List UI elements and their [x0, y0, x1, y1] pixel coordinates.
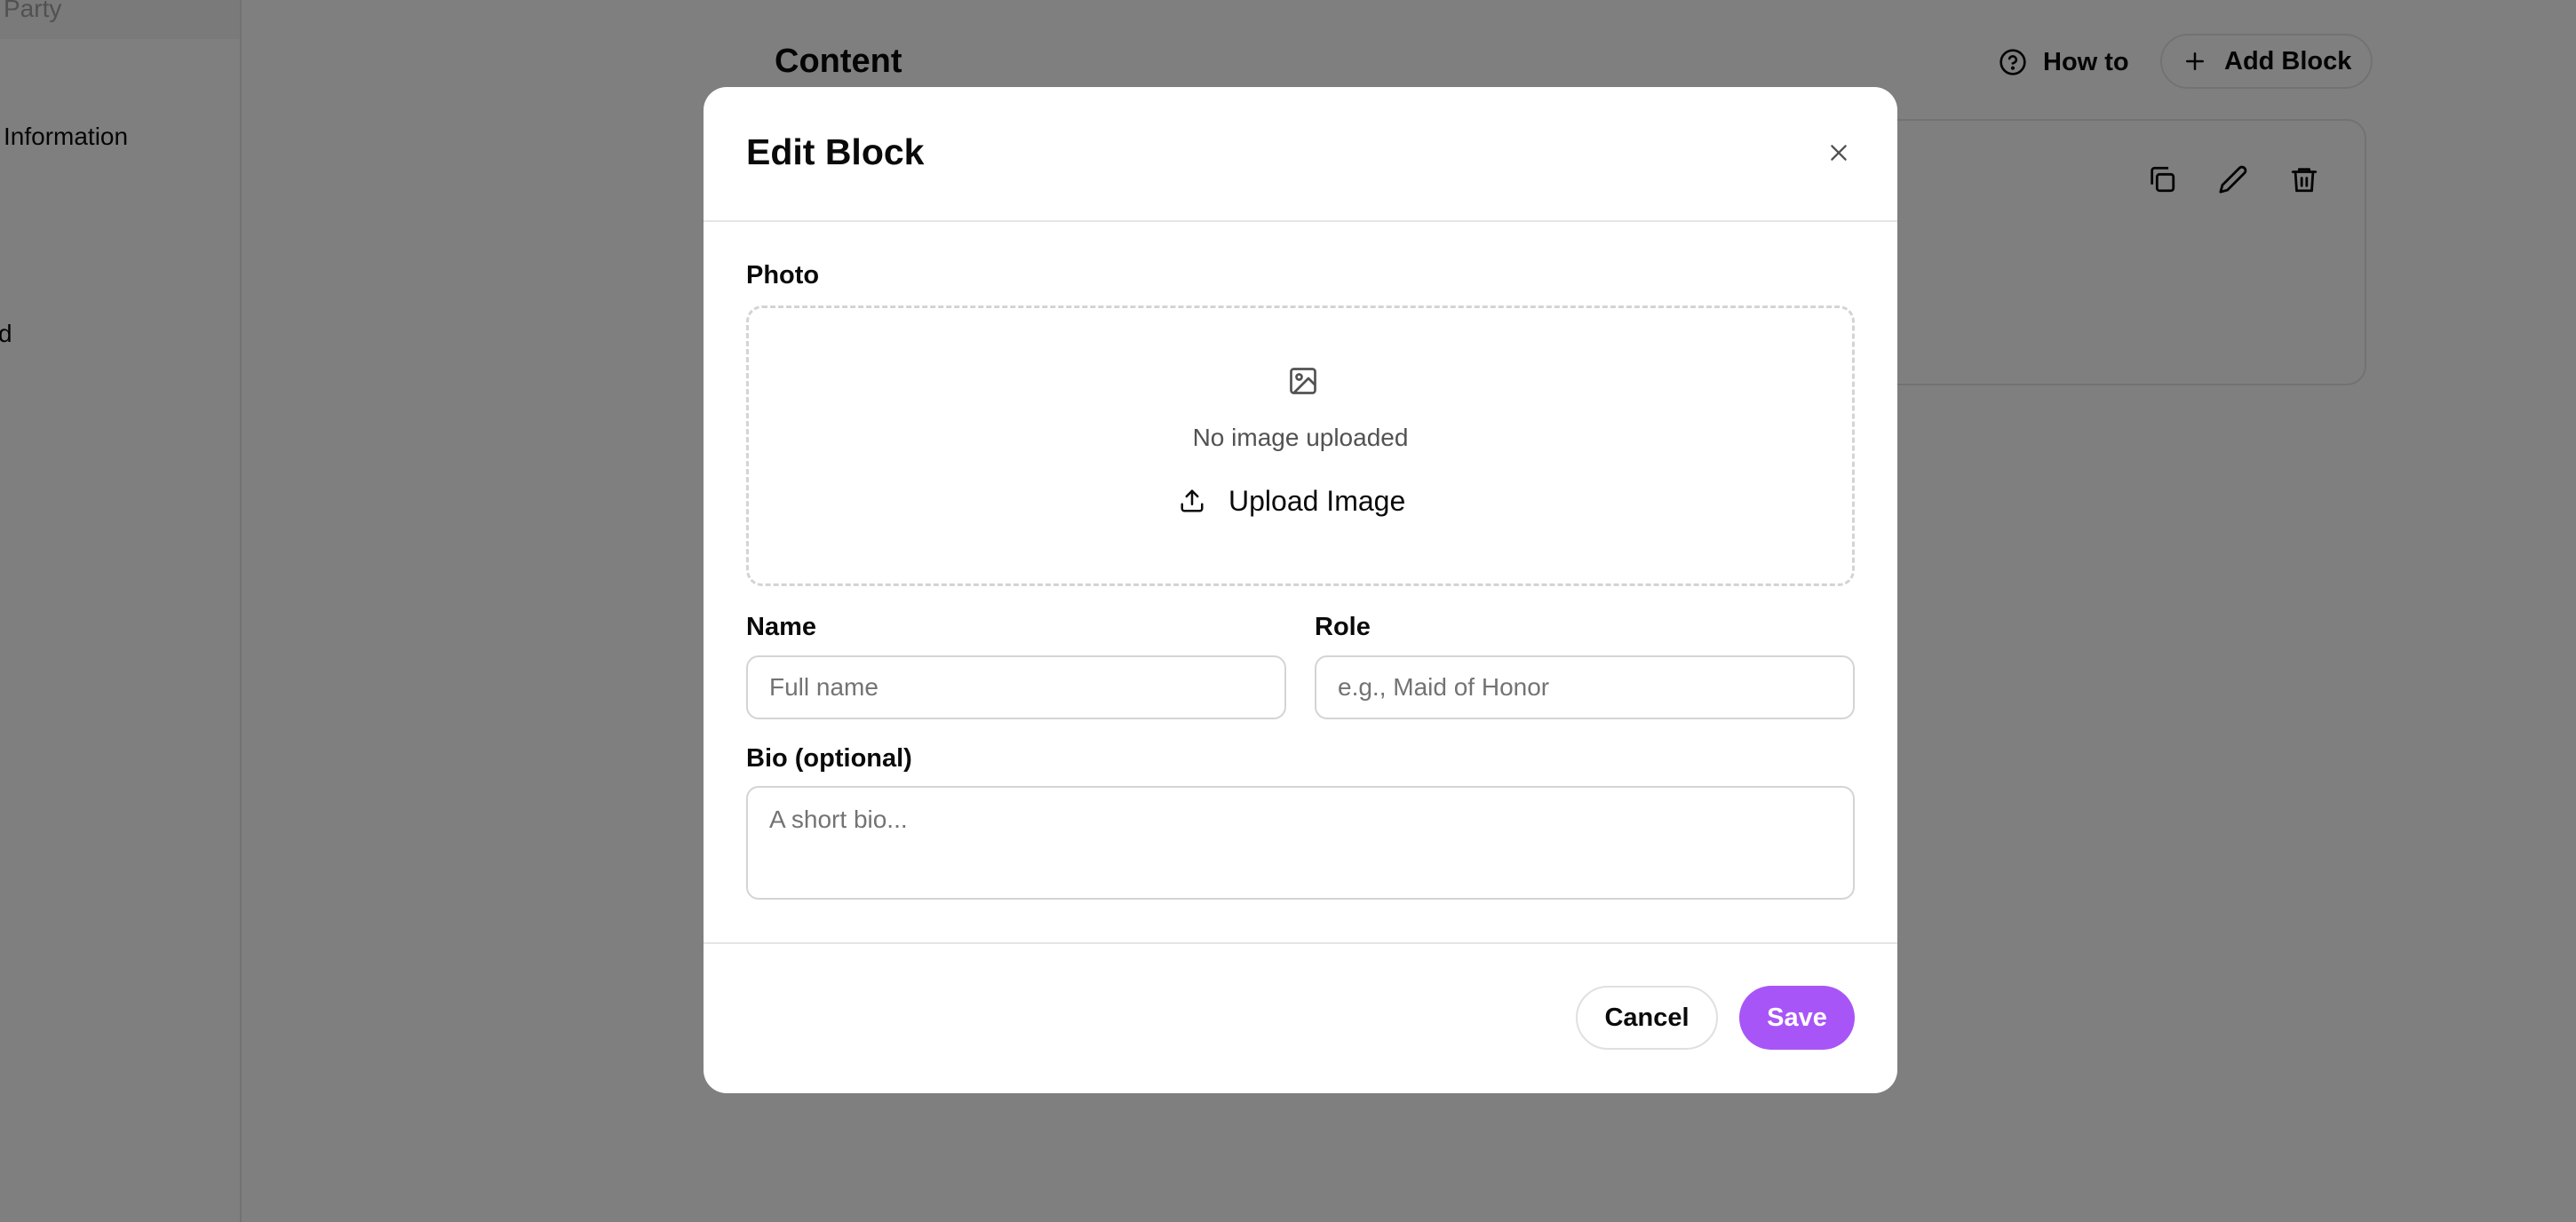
- photo-label: Photo: [746, 261, 820, 290]
- close-icon: [1831, 145, 1847, 161]
- cancel-button[interactable]: Cancel: [1576, 986, 1718, 1050]
- role-input[interactable]: [1315, 655, 1855, 719]
- name-input[interactable]: [746, 655, 1286, 719]
- dialog-footer: Cancel Save: [704, 942, 1897, 1093]
- no-image-text: No image uploaded: [1192, 424, 1409, 451]
- save-button[interactable]: Save: [1739, 986, 1855, 1050]
- bio-textarea[interactable]: [746, 786, 1855, 900]
- photo-dropzone[interactable]: No image uploaded Upload Image: [746, 306, 1855, 586]
- upload-icon: [1181, 489, 1204, 512]
- upload-image-button[interactable]: Upload Image: [1165, 473, 1419, 528]
- dialog-title: Edit Block: [746, 131, 925, 172]
- name-label: Name: [746, 613, 816, 641]
- bio-label: Bio (optional): [746, 744, 912, 773]
- close-button[interactable]: [1819, 133, 1858, 172]
- edit-block-dialog: Edit Block Photo No image uploaded Uploa…: [704, 87, 1897, 1093]
- role-label: Role: [1315, 613, 1371, 641]
- dialog-header: Edit Block: [704, 87, 1897, 222]
- upload-image-label: Upload Image: [1228, 484, 1406, 517]
- image-icon: [1290, 368, 1316, 394]
